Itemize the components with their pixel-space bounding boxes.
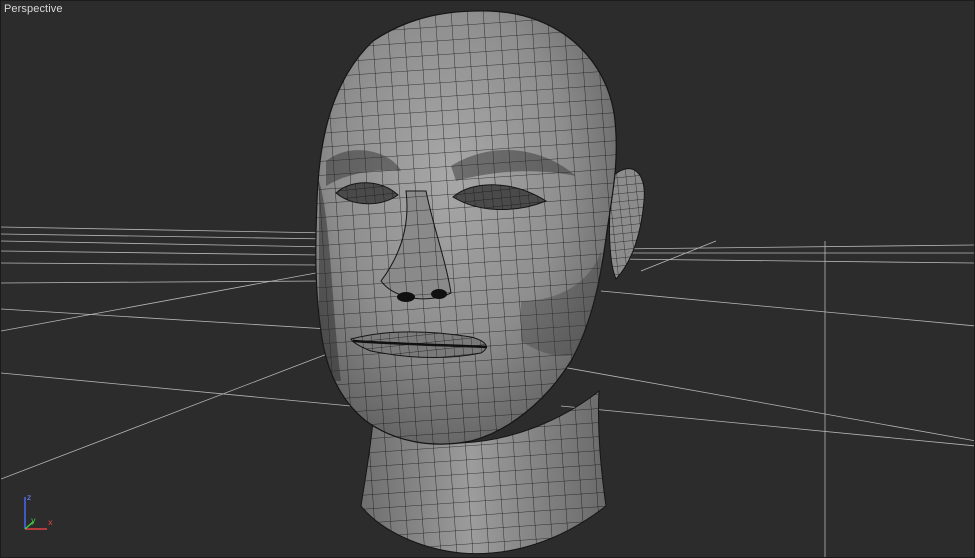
axis-gizmo: z y x <box>17 489 65 537</box>
viewport-scene[interactable] <box>1 1 975 558</box>
perspective-viewport[interactable]: Perspective z y x <box>0 0 975 558</box>
ear-mesh[interactable] <box>608 168 645 280</box>
axis-x-label: x <box>48 518 53 527</box>
head-mesh[interactable] <box>301 1 641 461</box>
axis-gizmo-lines <box>24 497 47 530</box>
axis-y-label: y <box>31 516 36 525</box>
axis-z-label: z <box>27 493 32 502</box>
viewport-label[interactable]: Perspective <box>4 3 63 15</box>
